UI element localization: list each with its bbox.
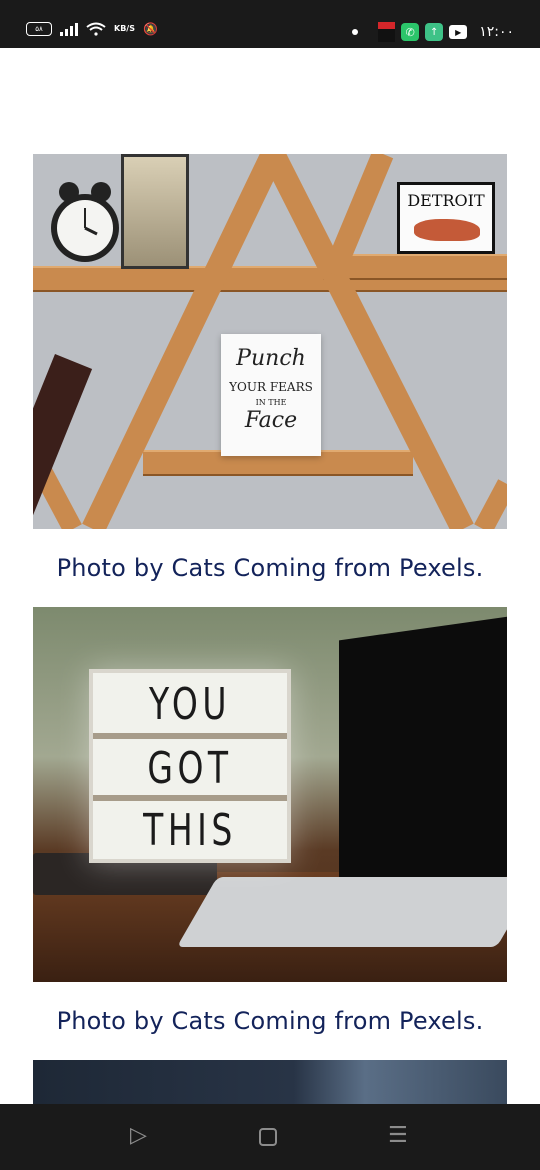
quote-line: YOUR FEARS [229, 380, 313, 394]
photo-lightbox[interactable]: YOU GOT THIS [33, 607, 507, 982]
lightbox-line: GOT [147, 742, 233, 794]
quote-card: Punch YOUR FEARS IN THE Face [221, 334, 321, 456]
signal-icon [60, 22, 78, 36]
home-icon[interactable] [259, 1128, 277, 1146]
status-left: ۵۸ KB/S 🔕 [26, 22, 158, 36]
network-speed: KB/S [114, 24, 135, 33]
clock: ۱۲:۰۰ [479, 24, 514, 40]
framed-art [121, 154, 189, 269]
battery-level: ۵۸ [35, 24, 43, 33]
article-list: DETROIT Punch YOUR FEARS IN THE Face Pho… [33, 154, 507, 1106]
phone-icon: ✆ [401, 23, 420, 41]
wifi-icon [86, 22, 106, 36]
alarm-clock-icon [47, 178, 123, 266]
recent-apps-icon[interactable]: ☰ [388, 1124, 408, 1148]
lightbox-line: YOU [149, 678, 231, 730]
back-icon[interactable]: ▷ [130, 1124, 147, 1148]
quote-line: IN THE [255, 398, 287, 407]
upload-icon: ↑ [425, 23, 444, 41]
status-right: ✆ ↑ ▶ ۱۲:۰۰ [352, 22, 514, 42]
laptop-keyboard [176, 877, 507, 947]
quote-line: Punch [236, 346, 306, 371]
detroit-text: DETROIT [407, 191, 485, 210]
youtube-icon: ▶ [449, 25, 468, 39]
photo-caption: Photo by Cats Coming from Pexels. [56, 1007, 484, 1035]
photo-partial[interactable] [33, 1060, 507, 1106]
lightbox-line: THIS [143, 804, 237, 856]
quote-line: Face [244, 408, 298, 433]
detroit-frame: DETROIT [397, 182, 495, 254]
photo-shelf[interactable]: DETROIT Punch YOUR FEARS IN THE Face [33, 154, 507, 529]
mute-icon: 🔕 [142, 22, 158, 36]
laptop-screen [339, 613, 507, 901]
photo-caption: Photo by Cats Coming from Pexels. [56, 554, 484, 582]
tiger-image [414, 219, 480, 241]
navigation-bar: ▷ ☰ [0, 1104, 540, 1170]
lightbox-sign: YOU GOT THIS [89, 669, 291, 863]
app-icon [378, 22, 396, 42]
status-bar: ۵۸ KB/S 🔕 ✆ ↑ ▶ ۱۲:۰۰ [0, 0, 540, 48]
dot-icon [352, 29, 359, 35]
battery-icon: ۵۸ [26, 22, 52, 36]
